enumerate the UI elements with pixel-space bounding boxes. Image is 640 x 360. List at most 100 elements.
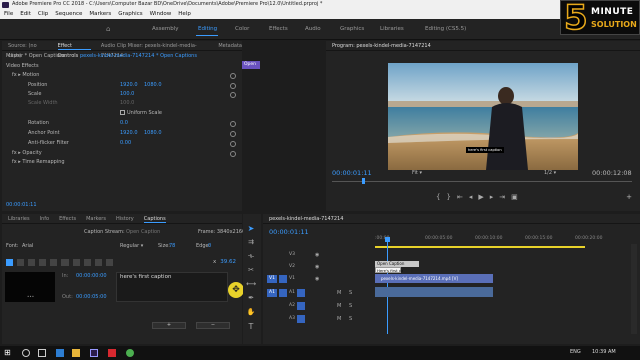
target-clip-label[interactable]: pexels-kindel-media-7147214 * Open Capti… (80, 52, 197, 61)
solo-icon[interactable]: S (349, 316, 352, 322)
mute-icon[interactable]: M (337, 303, 341, 309)
tab-audio-clip-mixer[interactable]: Audio Clip Mixer: pexels-kindel-media-71… (101, 41, 208, 59)
edge-value[interactable]: 0 (208, 242, 211, 251)
menu-graphics[interactable]: Graphics (118, 9, 142, 19)
menu-help[interactable]: Help (178, 9, 191, 19)
anchor-x[interactable]: 1920.0 (120, 129, 138, 138)
track-a3-toggle[interactable] (297, 315, 305, 323)
reset-icon[interactable] (230, 131, 236, 137)
timeline-timecode[interactable]: 00:00:01:11 (269, 228, 309, 237)
program-playhead[interactable] (362, 178, 365, 184)
menu-file[interactable]: File (4, 9, 13, 19)
underline-icon[interactable] (72, 258, 80, 266)
reset-icon[interactable] (230, 121, 236, 127)
position-x-value[interactable]: 39.62 (220, 259, 236, 265)
search-icon[interactable] (22, 349, 30, 357)
bold-icon[interactable] (50, 258, 58, 266)
master-clip-selector[interactable]: Master * Open Captions (6, 52, 66, 61)
background-color-icon[interactable] (94, 258, 102, 266)
align-left-icon[interactable] (6, 258, 14, 266)
effect-controls-timecode[interactable]: 00:00:01:11 (6, 201, 37, 210)
mark-out-icon[interactable]: } (446, 193, 456, 201)
position-grid-icon[interactable] (39, 258, 47, 266)
windows-start-icon[interactable]: ⊞ (4, 349, 12, 357)
uniform-scale-checkbox[interactable]: Uniform Scale (120, 109, 162, 118)
menu-clip[interactable]: Clip (38, 9, 48, 19)
track-select-tool-icon[interactable]: ⇉ (245, 238, 257, 248)
timeline-vertical-scrollbar[interactable] (631, 244, 637, 334)
position-y[interactable]: 1080.0 (144, 81, 162, 90)
solo-icon[interactable]: S (349, 290, 352, 296)
chrome-taskbar-icon[interactable] (126, 349, 134, 357)
track-a1-toggle[interactable] (297, 289, 305, 297)
track-a2-toggle[interactable] (297, 302, 305, 310)
selection-tool-icon[interactable]: ➤ (245, 224, 257, 234)
slip-tool-icon[interactable]: ⟷ (245, 280, 257, 290)
reset-icon[interactable] (230, 141, 236, 147)
tab-metadata[interactable]: Metadata (218, 41, 242, 50)
text-color-icon[interactable] (83, 258, 91, 266)
sequence-tab[interactable]: pexels-kindel-media-7147214 (269, 214, 343, 223)
eye-icon[interactable]: ◉ (315, 276, 319, 282)
opacity-effect[interactable]: fx ▸ Opacity (12, 149, 42, 158)
eye-icon[interactable]: ◉ (315, 252, 319, 258)
tab-history[interactable]: History (116, 214, 134, 223)
fit-dropdown[interactable]: Fit ▾ (412, 169, 422, 178)
tab-libraries[interactable]: Libraries (8, 214, 30, 223)
reset-icon[interactable] (230, 73, 236, 79)
work-area-bar[interactable] (375, 246, 585, 248)
workspace-effects[interactable]: Effects (269, 26, 288, 32)
effect-timeline-clip[interactable]: Open (242, 61, 260, 69)
remove-caption-button[interactable]: − (196, 322, 230, 329)
resolution-dropdown[interactable]: 1/2 ▾ (544, 169, 556, 178)
program-timecode[interactable]: 00:00:01:11 (332, 169, 372, 178)
program-scrubber[interactable] (332, 181, 632, 182)
align-center-icon[interactable] (17, 258, 25, 266)
in-timecode[interactable]: 00:00:00:00 (76, 272, 107, 281)
out-timecode[interactable]: 00:00:05:00 (76, 293, 107, 302)
taskbar-clock[interactable]: 10:39 AM (592, 349, 616, 355)
caption-text-field[interactable]: here's first caption (116, 272, 228, 302)
language-indicator[interactable]: ENG (570, 349, 581, 355)
task-view-icon[interactable] (38, 349, 46, 357)
timeline-ruler[interactable]: :00:00 00:00:05:00 00:00:10:00 00:00:15:… (375, 236, 637, 244)
solo-icon[interactable]: S (349, 303, 352, 309)
font-style-dropdown[interactable]: Regular ▾ (120, 242, 143, 251)
workspace-editing[interactable]: Editing (198, 26, 217, 32)
italic-icon[interactable] (61, 258, 69, 266)
play-icon[interactable]: ▶ (478, 193, 489, 201)
video-clip-v1[interactable]: pexels-kindel-media-7147214.mp4 [V] (375, 274, 493, 283)
tab-markers[interactable]: Markers (86, 214, 106, 223)
timeline-playhead[interactable] (387, 238, 388, 334)
motion-effect[interactable]: fx ▸ Motion (12, 71, 39, 80)
ripple-edit-tool-icon[interactable]: ⟛ (245, 252, 257, 262)
add-button-icon[interactable]: + (626, 193, 632, 201)
app-taskbar-icon[interactable] (108, 349, 116, 357)
track-target-v1[interactable] (279, 275, 287, 283)
size-value[interactable]: 78 (169, 242, 175, 251)
mark-in-icon[interactable]: { (436, 193, 446, 201)
workspace-editing-cs55[interactable]: Editing (CS5.5) (425, 26, 466, 32)
time-remapping-effect[interactable]: fx ▸ Time Remapping (12, 158, 65, 167)
caption-stream-value[interactable]: Open Caption (126, 228, 160, 237)
anchor-y[interactable]: 1080.0 (144, 129, 162, 138)
source-patch-a1[interactable]: A1 (267, 289, 277, 297)
tab-captions[interactable]: Captions (143, 214, 166, 223)
add-caption-button[interactable]: + (152, 322, 186, 329)
menu-window[interactable]: Window (150, 9, 172, 19)
opacity-icon[interactable] (105, 258, 113, 266)
workspace-graphics[interactable]: Graphics (340, 26, 364, 32)
mute-icon[interactable]: M (337, 316, 341, 322)
position-x[interactable]: 1920.0 (120, 81, 138, 90)
rotation-value[interactable]: 0.0 (120, 119, 128, 128)
anti-flicker-value[interactable]: 0.00 (120, 139, 131, 148)
hand-tool-icon[interactable]: ✋ (245, 308, 257, 318)
reset-icon[interactable] (230, 151, 236, 157)
file-explorer-icon[interactable] (72, 349, 80, 357)
font-dropdown[interactable]: Arial (22, 242, 33, 251)
source-patch-v1[interactable]: V1 (267, 275, 277, 283)
playhead-handle[interactable] (385, 237, 390, 242)
menu-sequence[interactable]: Sequence (55, 9, 82, 19)
pen-tool-icon[interactable]: ✒ (245, 294, 257, 304)
tab-info[interactable]: Info (40, 214, 49, 223)
